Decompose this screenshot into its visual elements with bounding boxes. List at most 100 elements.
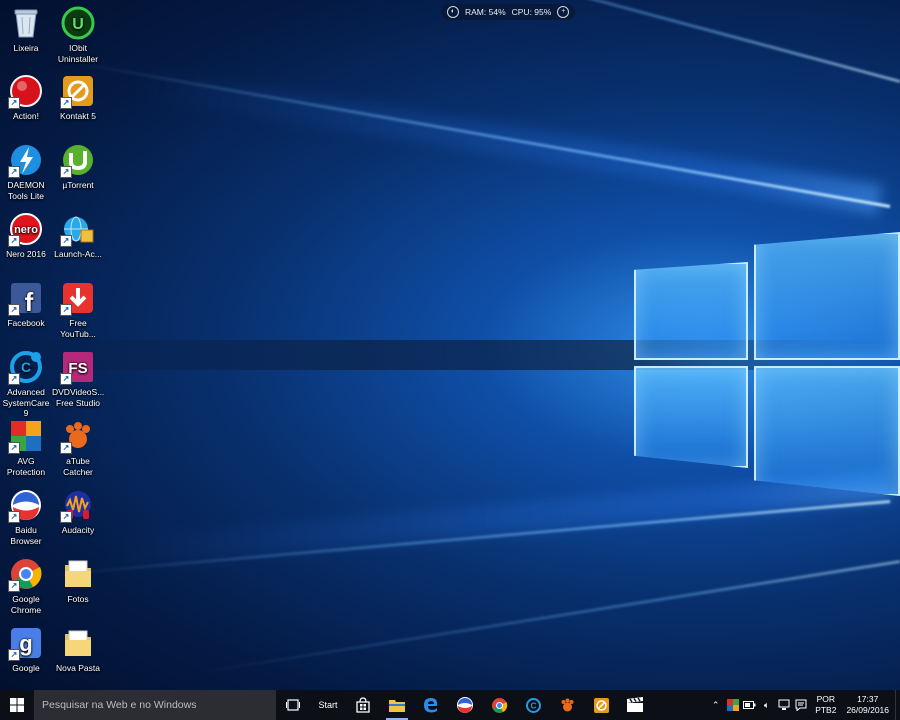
lang-line2: PTB2 xyxy=(815,705,837,715)
icon-label: Nero 2016 xyxy=(6,249,46,259)
icon-label: Fotos xyxy=(67,594,89,604)
taskbar-app-movie[interactable] xyxy=(618,690,652,720)
kontakt-icon xyxy=(593,697,609,713)
icon-label: Lixeira xyxy=(13,43,39,53)
taskbar-app-chrome[interactable] xyxy=(482,690,516,720)
cpu-usage: CPU: 95% xyxy=(511,7,552,17)
desktop-icon-lixeira[interactable]: Lixeira xyxy=(0,6,52,54)
chevron-up-icon[interactable]: ⌃ xyxy=(709,699,722,712)
download-arrow-icon: ↗ xyxy=(60,281,95,316)
network-icon[interactable] xyxy=(777,699,790,712)
search-input[interactable]: Pesquisar na Web e no Windows xyxy=(34,690,276,720)
ram-usage: RAM: 54% xyxy=(465,7,506,17)
plus-icon[interactable]: + xyxy=(557,6,570,18)
taskbar-app-edge[interactable] xyxy=(414,690,448,720)
icon-label: IObit Uninstaller xyxy=(57,43,99,64)
chrome-icon: ↗ xyxy=(8,557,43,592)
icon-label: aTube Catcher xyxy=(63,456,93,477)
taskbar-app-kontakt[interactable] xyxy=(584,690,618,720)
input-language[interactable]: POR PTB2 xyxy=(815,694,836,716)
clapperboard-icon xyxy=(627,697,643,712)
kontakt-icon: ↗ xyxy=(60,74,95,109)
icon-label: Launch-Ac... xyxy=(54,249,102,259)
daemon-tools-icon: ↗ xyxy=(8,143,43,178)
atube-catcher-icon xyxy=(561,698,573,711)
task-view-button[interactable] xyxy=(276,690,310,720)
svg-text:U: U xyxy=(72,16,84,33)
desktop-icon-google[interactable]: g ↗ Google xyxy=(0,626,52,674)
icon-label: DVDVideoS... Free Studio xyxy=(52,387,105,408)
action-record-icon: ↗ xyxy=(8,74,43,109)
desktop-icon-fotos[interactable]: Fotos xyxy=(52,557,104,605)
systemcare-icon: C ↗ xyxy=(8,350,43,385)
chrome-icon xyxy=(491,697,507,713)
icon-label: µTorrent xyxy=(62,180,94,190)
desktop-icon-systemcare[interactable]: C ↗ Advanced SystemCare 9 xyxy=(0,350,52,419)
battery-icon[interactable] xyxy=(743,699,756,712)
clock-time: 17:37 xyxy=(857,694,879,704)
taskbar-app-explorer[interactable] xyxy=(380,690,414,720)
svg-text:g: g xyxy=(19,631,32,656)
speedometer-icon: ◐ xyxy=(447,6,459,18)
store-icon xyxy=(356,697,370,713)
desktop-icon-facebook[interactable]: f ↗ Facebook xyxy=(0,281,52,329)
svg-text:C: C xyxy=(530,701,536,710)
taskbar-app-store[interactable] xyxy=(346,690,380,720)
desktop-icon-free-youtube[interactable]: ↗ Free YouTub... xyxy=(52,281,104,339)
icon-label: DAEMON Tools Lite xyxy=(7,180,45,201)
clock-date: 26/09/2016 xyxy=(846,705,889,715)
desktop-icon-action[interactable]: ↗ Action! xyxy=(0,74,52,122)
avg-icon: ↗ xyxy=(8,419,43,454)
desktop-icon-kontakt[interactable]: ↗ Kontakt 5 xyxy=(52,74,104,122)
network-colors-icon[interactable] xyxy=(726,699,739,712)
icon-label: Free YouTub... xyxy=(60,318,96,339)
desktop-icon-daemon[interactable]: ↗ DAEMON Tools Lite xyxy=(0,143,52,201)
desktop-icon-nero[interactable]: nero ↗ Nero 2016 xyxy=(0,212,52,260)
fs-studio-icon: FS ↗ xyxy=(60,350,95,385)
desktop-icon-nova-pasta[interactable]: Nova Pasta xyxy=(52,626,104,674)
nero-icon: nero ↗ xyxy=(8,212,43,247)
clock[interactable]: 17:37 26/09/2016 xyxy=(846,694,889,716)
svg-text:C: C xyxy=(21,359,31,375)
recycle-bin-icon xyxy=(9,6,43,40)
folder-icon xyxy=(61,626,95,660)
atube-catcher-icon: ↗ xyxy=(60,419,95,454)
desktop-icon-chrome[interactable]: ↗ Google Chrome xyxy=(0,557,52,615)
icon-label: Nova Pasta xyxy=(56,663,100,673)
start-button[interactable] xyxy=(0,690,34,720)
icon-label: Google Chrome xyxy=(10,594,42,615)
icon-label: Advanced SystemCare 9 xyxy=(2,387,50,418)
show-desktop-button[interactable] xyxy=(895,690,900,720)
start-label: Start xyxy=(318,700,338,710)
utorrent-icon: ↗ xyxy=(60,143,95,178)
taskbar-app-systemcare[interactable]: C xyxy=(516,690,550,720)
facebook-icon: f ↗ xyxy=(8,281,43,316)
task-view-icon xyxy=(286,699,300,711)
desktop-icon-baidu[interactable]: ↗ Baidu Browser xyxy=(0,488,52,546)
icon-label: Google xyxy=(12,663,40,673)
desktop-icon-launch[interactable]: ↗ Launch-Ac... xyxy=(52,212,104,260)
google-icon: g ↗ xyxy=(8,626,43,661)
folder-icon xyxy=(61,557,95,591)
desktop-icon-atube[interactable]: ↗ aTube Catcher xyxy=(52,419,104,477)
taskbar-app-baidu[interactable] xyxy=(448,690,482,720)
desktop-icon-iobit[interactable]: U IObit Uninstaller xyxy=(52,6,104,64)
systemcare-icon: C xyxy=(525,697,541,713)
system-tray: ⌃ 🔈︎ POR PTB2 17:37 26/09/2016 xyxy=(707,690,900,720)
desktop-icon-utorrent[interactable]: ↗ µTorrent xyxy=(52,143,104,191)
icon-label: AVG Protection xyxy=(6,456,46,477)
start-label-button[interactable]: Start xyxy=(310,690,346,720)
taskbar: Pesquisar na Web e no Windows Start C ⌃ xyxy=(0,690,900,720)
performance-monitor[interactable]: ◐ RAM: 54% CPU: 95% + xyxy=(441,4,576,20)
desktop-icon-dvdvideosoft[interactable]: FS ↗ DVDVideoS... Free Studio xyxy=(52,350,104,408)
baidu-browser-icon xyxy=(457,697,473,713)
desktop-icon-audacity[interactable]: ↗ Audacity xyxy=(52,488,104,536)
desktop-icon-avg[interactable]: ↗ AVG Protection xyxy=(0,419,52,477)
icon-label: Audacity xyxy=(61,525,95,535)
taskbar-app-atube[interactable] xyxy=(550,690,584,720)
icon-label: Action! xyxy=(13,111,39,121)
action-center-icon[interactable] xyxy=(794,699,807,712)
file-explorer-icon xyxy=(389,700,405,712)
audacity-icon: ↗ xyxy=(60,488,95,523)
volume-icon[interactable]: 🔈︎ xyxy=(760,699,773,712)
